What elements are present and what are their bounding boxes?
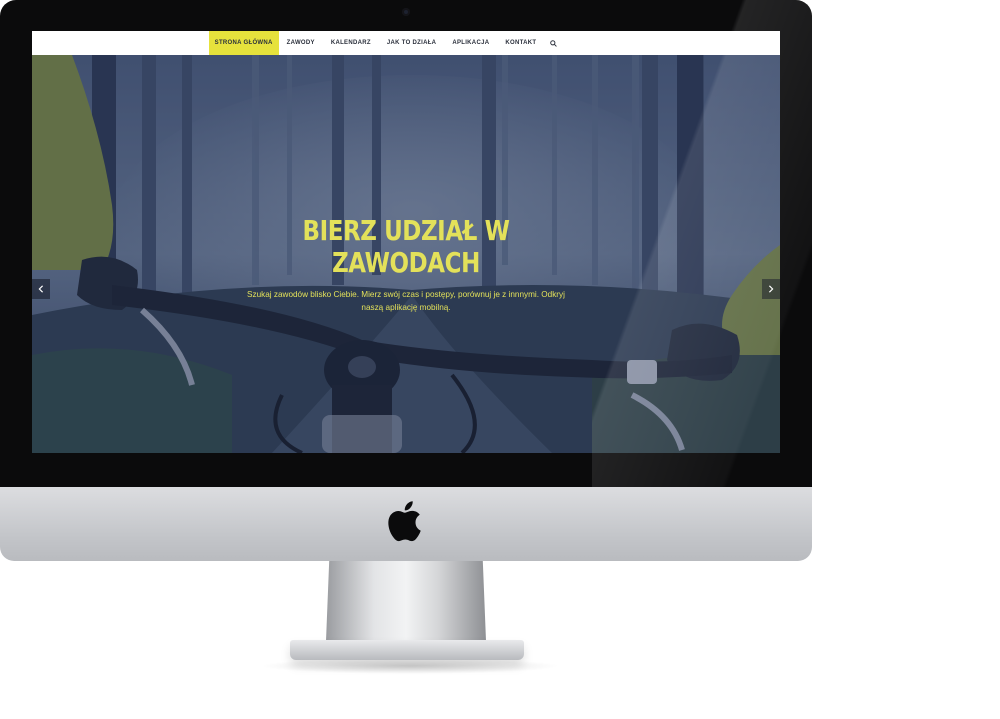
imac-stand-neck [326,561,486,641]
stand-shadow [260,658,560,674]
nav-item-competitions[interactable]: ZAWODY [279,31,323,55]
camera-icon [402,8,410,16]
top-navigation: STRONA GŁÓWNA ZAWODY KALENDARZ JAK TO DZ… [32,31,780,55]
nav-item-app[interactable]: APLIKACJA [444,31,497,55]
nav-item-home[interactable]: STRONA GŁÓWNA [208,31,279,55]
hero-slider: BIERZ UDZIAŁ W ZAWODACH Szukaj zawodów b… [32,55,780,453]
slider-prev-button[interactable] [32,279,50,299]
chevron-right-icon [768,285,774,293]
search-button[interactable] [544,31,563,55]
apple-logo-icon [388,501,421,542]
website-screen: STRONA GŁÓWNA ZAWODY KALENDARZ JAK TO DZ… [32,31,780,453]
hero-title: BIERZ UDZIAŁ W ZAWODACH [302,214,510,279]
chevron-left-icon [38,285,44,293]
search-icon [550,39,558,47]
imac-screen-bezel: STRONA GŁÓWNA ZAWODY KALENDARZ JAK TO DZ… [0,0,812,487]
hero-description: Szukaj zawodów blisko Ciebie. Mierz swój… [247,290,565,312]
slider-next-button[interactable] [762,279,780,299]
imac-stand-foot [290,640,524,660]
nav-item-contact[interactable]: KONTAKT [497,31,544,55]
nav-item-calendar[interactable]: KALENDARZ [323,31,379,55]
nav-item-how-it-works[interactable]: JAK TO DZIAŁA [379,31,444,55]
